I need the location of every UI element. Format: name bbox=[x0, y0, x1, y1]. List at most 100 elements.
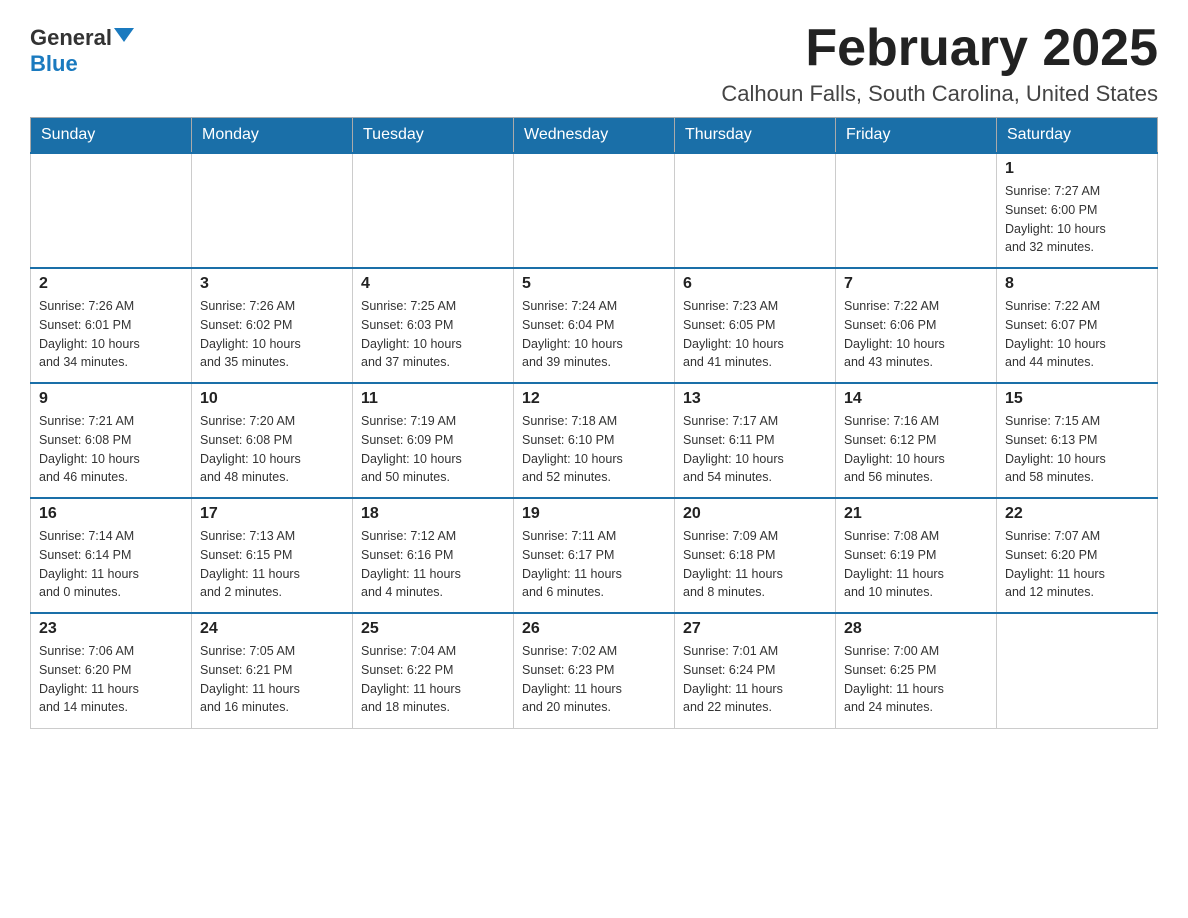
table-row: 21 Sunrise: 7:08 AMSunset: 6:19 PMDayligh… bbox=[836, 498, 997, 613]
logo-general-text: General bbox=[30, 25, 112, 51]
day-number: 20 bbox=[683, 505, 827, 523]
header-wednesday: Wednesday bbox=[514, 118, 675, 154]
day-number: 1 bbox=[1005, 160, 1149, 178]
day-number: 9 bbox=[39, 390, 183, 408]
day-info: Sunrise: 7:14 AMSunset: 6:14 PMDaylight:… bbox=[39, 527, 183, 602]
table-row: 9 Sunrise: 7:21 AMSunset: 6:08 PMDaylight… bbox=[31, 383, 192, 498]
day-number: 19 bbox=[522, 505, 666, 523]
day-number: 10 bbox=[200, 390, 344, 408]
calendar-week-row: 2 Sunrise: 7:26 AMSunset: 6:01 PMDaylight… bbox=[31, 268, 1158, 383]
day-number: 11 bbox=[361, 390, 505, 408]
calendar-week-row: 23Sunrise: 7:06 AMSunset: 6:20 PMDayligh… bbox=[31, 613, 1158, 728]
day-info: Sunrise: 7:07 AMSunset: 6:20 PMDaylight:… bbox=[1005, 527, 1149, 602]
calendar-week-row: 1 Sunrise: 7:27 AMSunset: 6:00 PMDaylight… bbox=[31, 153, 1158, 268]
header-sunday: Sunday bbox=[31, 118, 192, 154]
day-info: Sunrise: 7:15 AMSunset: 6:13 PMDaylight:… bbox=[1005, 412, 1149, 487]
day-info: Sunrise: 7:13 AMSunset: 6:15 PMDaylight:… bbox=[200, 527, 344, 602]
table-row: 13 Sunrise: 7:17 AMSunset: 6:11 PMDayligh… bbox=[675, 383, 836, 498]
table-row: 19 Sunrise: 7:11 AMSunset: 6:17 PMDayligh… bbox=[514, 498, 675, 613]
header-thursday: Thursday bbox=[675, 118, 836, 154]
logo-blue-text: Blue bbox=[30, 51, 78, 76]
day-number: 16 bbox=[39, 505, 183, 523]
day-number: 25 bbox=[361, 620, 505, 638]
table-row: 18 Sunrise: 7:12 AMSunset: 6:16 PMDayligh… bbox=[353, 498, 514, 613]
day-info: Sunrise: 7:26 AMSunset: 6:02 PMDaylight:… bbox=[200, 297, 344, 372]
table-row: 3 Sunrise: 7:26 AMSunset: 6:02 PMDaylight… bbox=[192, 268, 353, 383]
table-row: 1 Sunrise: 7:27 AMSunset: 6:00 PMDaylight… bbox=[997, 153, 1158, 268]
day-info: Sunrise: 7:26 AMSunset: 6:01 PMDaylight:… bbox=[39, 297, 183, 372]
day-info: Sunrise: 7:20 AMSunset: 6:08 PMDaylight:… bbox=[200, 412, 344, 487]
day-info: Sunrise: 7:08 AMSunset: 6:19 PMDaylight:… bbox=[844, 527, 988, 602]
day-info: Sunrise: 7:11 AMSunset: 6:17 PMDaylight:… bbox=[522, 527, 666, 602]
day-number: 13 bbox=[683, 390, 827, 408]
table-row: 17 Sunrise: 7:13 AMSunset: 6:15 PMDayligh… bbox=[192, 498, 353, 613]
table-row: 7 Sunrise: 7:22 AMSunset: 6:06 PMDaylight… bbox=[836, 268, 997, 383]
day-number: 6 bbox=[683, 275, 827, 293]
table-row bbox=[997, 613, 1158, 728]
logo-triangle-icon bbox=[114, 28, 134, 42]
day-number: 4 bbox=[361, 275, 505, 293]
day-number: 3 bbox=[200, 275, 344, 293]
calendar-week-row: 16 Sunrise: 7:14 AMSunset: 6:14 PMDayligh… bbox=[31, 498, 1158, 613]
day-number: 18 bbox=[361, 505, 505, 523]
day-info: Sunrise: 7:02 AMSunset: 6:23 PMDaylight:… bbox=[522, 642, 666, 717]
table-row: 16 Sunrise: 7:14 AMSunset: 6:14 PMDayligh… bbox=[31, 498, 192, 613]
calendar-table: Sunday Monday Tuesday Wednesday Thursday… bbox=[30, 117, 1158, 729]
day-info: Sunrise: 7:27 AMSunset: 6:00 PMDaylight:… bbox=[1005, 182, 1149, 257]
day-number: 2 bbox=[39, 275, 183, 293]
day-info: Sunrise: 7:21 AMSunset: 6:08 PMDaylight:… bbox=[39, 412, 183, 487]
month-title: February 2025 bbox=[721, 20, 1158, 77]
header-monday: Monday bbox=[192, 118, 353, 154]
logo: General Blue bbox=[30, 20, 134, 77]
table-row: 25Sunrise: 7:04 AMSunset: 6:22 PMDayligh… bbox=[353, 613, 514, 728]
title-section: February 2025 Calhoun Falls, South Carol… bbox=[721, 20, 1158, 107]
table-row: 26 Sunrise: 7:02 AMSunset: 6:23 PMDayligh… bbox=[514, 613, 675, 728]
day-number: 7 bbox=[844, 275, 988, 293]
table-row bbox=[31, 153, 192, 268]
table-row: 4 Sunrise: 7:25 AMSunset: 6:03 PMDaylight… bbox=[353, 268, 514, 383]
day-info: Sunrise: 7:06 AMSunset: 6:20 PMDaylight:… bbox=[39, 642, 183, 717]
day-info: Sunrise: 7:22 AMSunset: 6:06 PMDaylight:… bbox=[844, 297, 988, 372]
day-info: Sunrise: 7:00 AMSunset: 6:25 PMDaylight:… bbox=[844, 642, 988, 717]
day-info: Sunrise: 7:01 AMSunset: 6:24 PMDaylight:… bbox=[683, 642, 827, 717]
table-row: 10 Sunrise: 7:20 AMSunset: 6:08 PMDayligh… bbox=[192, 383, 353, 498]
calendar-header-row: Sunday Monday Tuesday Wednesday Thursday… bbox=[31, 118, 1158, 154]
day-number: 5 bbox=[522, 275, 666, 293]
day-info: Sunrise: 7:25 AMSunset: 6:03 PMDaylight:… bbox=[361, 297, 505, 372]
table-row: 8 Sunrise: 7:22 AMSunset: 6:07 PMDaylight… bbox=[997, 268, 1158, 383]
table-row: 11Sunrise: 7:19 AMSunset: 6:09 PMDayligh… bbox=[353, 383, 514, 498]
table-row: 28 Sunrise: 7:00 AMSunset: 6:25 PMDayligh… bbox=[836, 613, 997, 728]
day-number: 12 bbox=[522, 390, 666, 408]
table-row: 15 Sunrise: 7:15 AMSunset: 6:13 PMDayligh… bbox=[997, 383, 1158, 498]
table-row: 2 Sunrise: 7:26 AMSunset: 6:01 PMDaylight… bbox=[31, 268, 192, 383]
day-number: 26 bbox=[522, 620, 666, 638]
table-row: 22Sunrise: 7:07 AMSunset: 6:20 PMDayligh… bbox=[997, 498, 1158, 613]
day-info: Sunrise: 7:09 AMSunset: 6:18 PMDaylight:… bbox=[683, 527, 827, 602]
table-row: 6 Sunrise: 7:23 AMSunset: 6:05 PMDaylight… bbox=[675, 268, 836, 383]
table-row: 23Sunrise: 7:06 AMSunset: 6:20 PMDayligh… bbox=[31, 613, 192, 728]
day-info: Sunrise: 7:23 AMSunset: 6:05 PMDaylight:… bbox=[683, 297, 827, 372]
table-row: 20 Sunrise: 7:09 AMSunset: 6:18 PMDayligh… bbox=[675, 498, 836, 613]
table-row bbox=[514, 153, 675, 268]
day-info: Sunrise: 7:17 AMSunset: 6:11 PMDaylight:… bbox=[683, 412, 827, 487]
calendar-week-row: 9 Sunrise: 7:21 AMSunset: 6:08 PMDaylight… bbox=[31, 383, 1158, 498]
day-number: 14 bbox=[844, 390, 988, 408]
day-number: 21 bbox=[844, 505, 988, 523]
day-number: 8 bbox=[1005, 275, 1149, 293]
table-row bbox=[192, 153, 353, 268]
day-info: Sunrise: 7:12 AMSunset: 6:16 PMDaylight:… bbox=[361, 527, 505, 602]
day-info: Sunrise: 7:16 AMSunset: 6:12 PMDaylight:… bbox=[844, 412, 988, 487]
header-friday: Friday bbox=[836, 118, 997, 154]
table-row bbox=[836, 153, 997, 268]
location-subtitle: Calhoun Falls, South Carolina, United St… bbox=[721, 81, 1158, 107]
day-info: Sunrise: 7:24 AMSunset: 6:04 PMDaylight:… bbox=[522, 297, 666, 372]
day-info: Sunrise: 7:22 AMSunset: 6:07 PMDaylight:… bbox=[1005, 297, 1149, 372]
day-number: 15 bbox=[1005, 390, 1149, 408]
page-header: General Blue February 2025 Calhoun Falls… bbox=[30, 20, 1158, 107]
table-row bbox=[353, 153, 514, 268]
header-tuesday: Tuesday bbox=[353, 118, 514, 154]
day-number: 17 bbox=[200, 505, 344, 523]
table-row: 12Sunrise: 7:18 AMSunset: 6:10 PMDayligh… bbox=[514, 383, 675, 498]
table-row: 14 Sunrise: 7:16 AMSunset: 6:12 PMDayligh… bbox=[836, 383, 997, 498]
day-number: 28 bbox=[844, 620, 988, 638]
